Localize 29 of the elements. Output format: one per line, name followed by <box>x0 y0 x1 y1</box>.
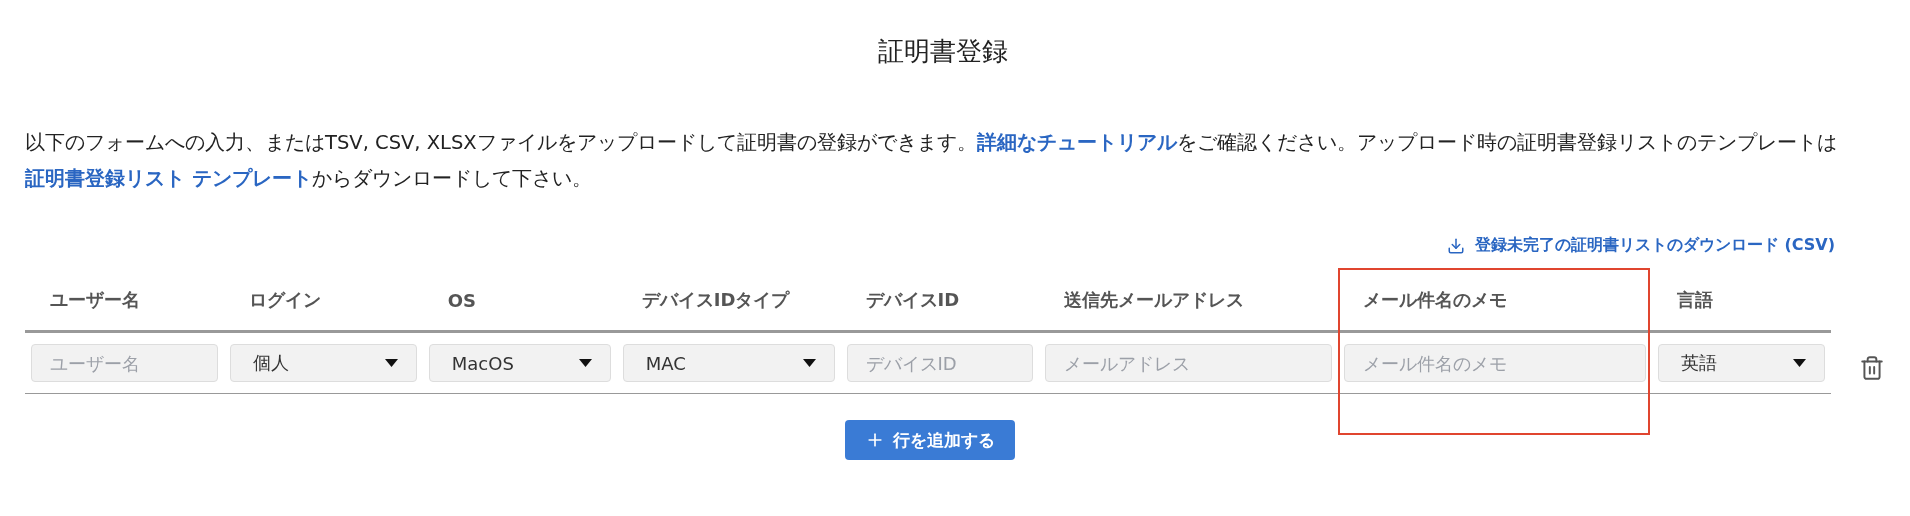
caret-icon <box>802 359 816 367</box>
trash-icon <box>1859 355 1886 381</box>
column-header: 言語 <box>1652 270 1832 333</box>
caret-icon <box>578 359 592 367</box>
text-field[interactable]: デバイスID <box>846 344 1034 382</box>
dropdown[interactable]: MAC <box>622 344 835 382</box>
dropdown[interactable]: 英語 <box>1658 344 1826 382</box>
column-header: デバイスIDタイプ <box>616 270 841 333</box>
template-link[interactable]: 証明書登録リスト テンプレート <box>25 167 312 190</box>
delete-button[interactable] <box>1859 355 1886 381</box>
column-header: 送信先メールアドレス <box>1039 270 1338 333</box>
caret-icon <box>384 359 398 367</box>
intro-paragraph: 以下のフォームへの入力、またはTSV, CSV, XLSXファイルをアップロードして証明書の登録ができます。詳細なチュートリアルをご確認ください。アップロード時の証明書登録リストのテンプレートは 証明書登録リスト テンプレート からダウンロードして下さい。 <box>25 130 1837 192</box>
column-header: ユーザー名 <box>25 270 224 333</box>
download-link[interactable]: 登録未完了の証明書リストのダウンロード (CSV) <box>1446 235 1835 256</box>
column-header: ログイン <box>223 270 423 333</box>
text-field[interactable]: メールアドレス <box>1045 344 1332 382</box>
dropdown[interactable]: 個人 <box>229 344 417 382</box>
caret-icon <box>1793 359 1807 367</box>
download-icon <box>1446 236 1465 255</box>
text-field[interactable]: メール件名のメモ <box>1343 344 1646 382</box>
dropdown[interactable]: MacOS <box>428 344 611 382</box>
tutorial-link[interactable]: 詳細なチュートリアル <box>976 131 1177 154</box>
column-header: メール件名のメモ <box>1337 270 1652 333</box>
add-row-button[interactable]: 行を追加する <box>845 420 1015 460</box>
column-header: OS <box>422 270 617 333</box>
page-title: 証明書登録 <box>876 35 1009 68</box>
column-header: デバイスID <box>840 270 1040 333</box>
text-field[interactable]: ユーザー名 <box>31 344 218 382</box>
